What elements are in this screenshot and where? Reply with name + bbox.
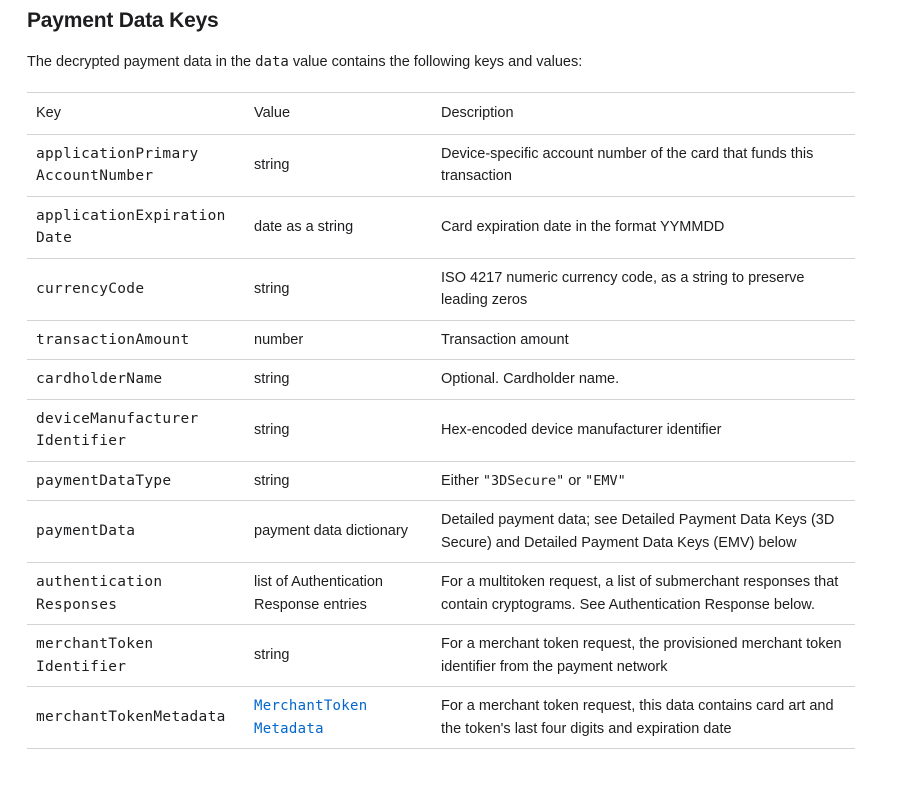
value-cell: string	[245, 399, 432, 462]
description-cell: Transaction amount	[432, 320, 855, 360]
table-header-row: Key Value Description	[27, 92, 855, 135]
link-line[interactable]: MerchantToken	[254, 698, 367, 714]
value-cell: string	[245, 461, 432, 501]
page-content: Payment Data Keys The decrypted payment …	[27, 0, 855, 749]
table-row: transactionAmount number Transaction amo…	[27, 320, 855, 360]
key-cell: cardholderName	[27, 359, 245, 400]
table-row: currencyCode string ISO 4217 numeric cur…	[27, 258, 855, 321]
table-row: cardholderName string Optional. Cardhold…	[27, 359, 855, 400]
key-line: merchantToken	[36, 636, 154, 652]
key-cell: deviceManufacturer Identifier	[27, 399, 245, 462]
value-cell: string	[245, 258, 432, 321]
code-emv: "EMV"	[585, 472, 626, 489]
merchant-token-metadata-link[interactable]: MerchantToken Metadata	[254, 698, 367, 737]
value-cell: string	[245, 624, 432, 687]
key-line: AccountNumber	[36, 168, 154, 184]
header-description: Description	[432, 92, 855, 135]
code-3dsecure: "3DSecure"	[482, 472, 565, 489]
key-line: Responses	[36, 596, 118, 613]
intro-code-data: data	[255, 54, 289, 70]
description-cell: Device-specific account number of the ca…	[432, 134, 855, 197]
key-line: authentication	[36, 574, 163, 590]
description-cell: Hex-encoded device manufacturer identifi…	[432, 399, 855, 462]
description-cell: Either "3DSecure" or "EMV"	[432, 461, 855, 501]
description-cell: For a merchant token request, the provis…	[432, 624, 855, 687]
value-cell: string	[245, 359, 432, 400]
key-line: applicationPrimary	[36, 145, 199, 162]
intro-text-before: The decrypted payment data in the	[27, 54, 256, 70]
key-cell: transactionAmount	[27, 320, 245, 360]
table-row: paymentDataType string Either "3DSecure"…	[27, 461, 855, 501]
value-line: list of Authentication	[254, 574, 383, 590]
section-heading: Payment Data Keys	[27, 9, 219, 32]
header-value: Value	[245, 92, 432, 135]
intro-paragraph: The decrypted payment data in the data v…	[27, 52, 855, 72]
value-cell: payment data dictionary	[245, 500, 432, 563]
key-cell: paymentData	[27, 500, 245, 563]
table-row: merchantToken Identifier string For a mer…	[27, 624, 855, 687]
table-row: deviceManufacturer Identifier string Hex-…	[27, 399, 855, 462]
description-cell: Card expiration date in the format YYMMD…	[432, 196, 855, 259]
key-cell: applicationExpiration Date	[27, 196, 245, 259]
description-cell: Detailed payment data; see Detailed Paym…	[432, 500, 855, 563]
link-line[interactable]: Metadata	[254, 721, 324, 737]
description-text: Either	[441, 472, 483, 489]
description-cell: Optional. Cardholder name.	[432, 359, 855, 400]
value-cell: date as a string	[245, 196, 432, 259]
key-cell: applicationPrimary AccountNumber	[27, 134, 245, 197]
key-cell: paymentDataType	[27, 461, 245, 501]
key-line: applicationExpiration	[36, 207, 226, 224]
key-line: Identifier	[36, 433, 127, 449]
intro-text-after: value contains the following keys and va…	[288, 54, 583, 70]
key-cell: merchantToken Identifier	[27, 624, 245, 687]
table-row: paymentData payment data dictionary Deta…	[27, 500, 855, 563]
key-line: deviceManufacturer	[36, 410, 199, 427]
key-line: Identifier	[36, 658, 127, 675]
value-line: Response entries	[254, 596, 367, 613]
value-cell: list of Authentication Response entries	[245, 562, 432, 625]
value-cell: MerchantToken Metadata	[245, 686, 432, 749]
table-row: applicationPrimary AccountNumber string D…	[27, 134, 855, 197]
description-cell: For a merchant token request, this data …	[432, 686, 855, 749]
description-text: or	[564, 472, 586, 489]
key-line: Date	[36, 230, 73, 246]
description-cell: For a multitoken request, a list of subm…	[432, 562, 855, 625]
value-cell: string	[245, 134, 432, 197]
description-cell: ISO 4217 numeric currency code, as a str…	[432, 258, 855, 321]
table-row: merchantTokenMetadata MerchantToken Metad…	[27, 686, 855, 749]
value-cell: number	[245, 320, 432, 360]
table-row: authentication Responses list of Authenti…	[27, 562, 855, 625]
key-cell: currencyCode	[27, 258, 245, 321]
key-cell: merchantTokenMetadata	[27, 686, 245, 749]
table-row: applicationExpiration Date date as a stri…	[27, 196, 855, 259]
payment-data-keys-table: Key Value Description applicationPrimary…	[27, 92, 855, 749]
header-key: Key	[27, 92, 245, 135]
key-cell: authentication Responses	[27, 562, 245, 625]
